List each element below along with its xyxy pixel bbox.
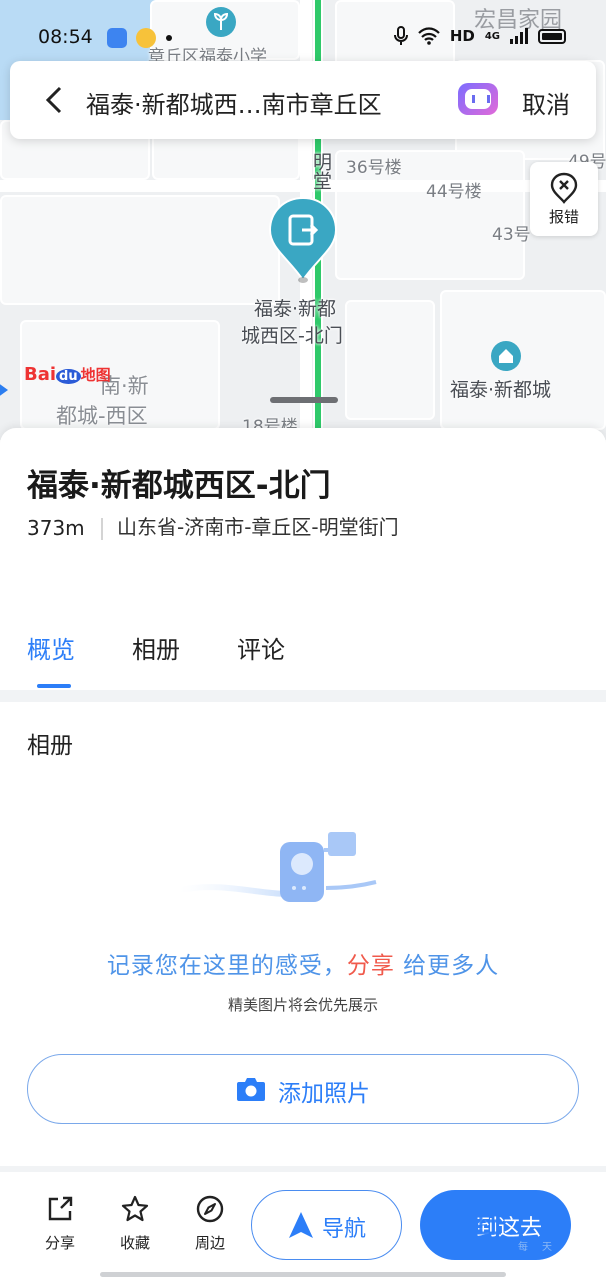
- watermark-bottom-sub: 每天: [518, 1242, 566, 1253]
- sheet-drag-handle[interactable]: [270, 397, 338, 403]
- album-heading: 相册: [27, 733, 73, 759]
- album-prompt-after: 给更多人: [403, 953, 500, 979]
- status-time: 08:54: [38, 26, 93, 48]
- selected-location-pin-icon[interactable]: [268, 196, 338, 282]
- favorite-button[interactable]: 收藏: [105, 1194, 165, 1253]
- album-subtitle: 精美图片将会优先展示: [227, 996, 378, 1014]
- status-bar: 08:54 HD 4G: [0, 20, 606, 56]
- favorite-label: 收藏: [119, 1234, 150, 1252]
- map-label-community: 福泰·新都城: [450, 379, 552, 401]
- camera-illustration-icon: [179, 832, 377, 902]
- tab-reviews[interactable]: 评论: [237, 630, 285, 665]
- map-label-poi-line1: 福泰·新都: [254, 298, 337, 320]
- cancel-button[interactable]: 取消: [522, 85, 570, 120]
- map-label-sw-line2: 都城-西区: [56, 404, 148, 428]
- share-icon: [48, 1196, 73, 1221]
- voice-assistant-icon[interactable]: [458, 83, 498, 115]
- poi-separator: [101, 518, 103, 540]
- baidu-logo-du: du: [56, 369, 81, 384]
- active-tab-underline: [37, 684, 71, 688]
- nearby-button[interactable]: 周边: [180, 1194, 240, 1253]
- status-right-group: HD 4G: [393, 26, 566, 46]
- map-label-poi-line2: 城西区-北门: [241, 325, 343, 347]
- map-block: [0, 195, 280, 305]
- pin-shadow: [298, 277, 308, 283]
- poi-title: 福泰·新都城西区-北门: [27, 468, 331, 504]
- section-divider: [0, 690, 606, 702]
- location-arrow-icon[interactable]: [0, 380, 8, 400]
- share-label: 分享: [44, 1234, 75, 1252]
- map-label-bldg44: 44号楼: [426, 182, 482, 202]
- report-error-button[interactable]: 报错: [530, 162, 598, 236]
- microphone-icon: [393, 26, 408, 45]
- report-error-label: 报错: [548, 208, 579, 226]
- poi-address: 山东省-济南市-章丘区-明堂街门: [117, 515, 399, 539]
- wifi-icon: [418, 27, 440, 45]
- battery-icon: [538, 28, 566, 44]
- camera-icon: [237, 1078, 265, 1101]
- notification-dot-icon: [166, 35, 172, 41]
- back-arrow-icon[interactable]: [38, 83, 72, 117]
- star-icon: [121, 1195, 149, 1222]
- poi-detail-sheet: 福泰·新都城西区-北门 373m 山东省-济南市-章丘区-明堂街门 概览 相册 …: [0, 397, 606, 1280]
- community-poi-icon[interactable]: [490, 340, 522, 372]
- cloud-app-icon: [107, 28, 127, 48]
- share-button[interactable]: 分享: [30, 1194, 90, 1253]
- map-label-bldg43: 43号: [492, 225, 531, 245]
- bottom-action-bar: 分享 收藏 周边 导航 到这去: [0, 1172, 606, 1280]
- add-photo-button[interactable]: 添加照片: [27, 1054, 579, 1124]
- navigate-button[interactable]: 导航: [251, 1190, 402, 1260]
- album-prompt-before: 记录您在这里的感受，: [106, 953, 347, 979]
- map-label-road: 明堂: [310, 152, 332, 190]
- weibo-app-icon: [136, 28, 156, 48]
- baidu-logo-bai: Bai: [24, 364, 57, 385]
- report-pin-icon: [550, 172, 578, 204]
- baidu-map-logo: Bai du 地图: [24, 364, 111, 385]
- nearby-label: 周边: [194, 1234, 225, 1252]
- home-indicator: [100, 1272, 506, 1277]
- search-bar[interactable]: 福泰·新都城西…南市章丘区 取消: [10, 61, 596, 139]
- compass-icon: [196, 1195, 224, 1223]
- tab-album[interactable]: 相册: [132, 630, 180, 665]
- signal-strength-icon: [510, 28, 528, 44]
- map-label-bldg36: 36号楼: [346, 158, 402, 178]
- tab-overview[interactable]: 概览: [27, 630, 75, 665]
- baidu-logo-ditu: 地图: [80, 366, 111, 384]
- album-prompt-share-link[interactable]: 分享: [347, 953, 395, 979]
- map-block: [345, 300, 435, 420]
- watermark-bottom: 章丘: [446, 1207, 503, 1240]
- search-query-text[interactable]: 福泰·新都城西…南市章丘区: [86, 85, 382, 120]
- navigate-label: 导航: [322, 1217, 367, 1242]
- add-photo-label: 添加照片: [278, 1081, 370, 1107]
- album-prompt: 记录您在这里的感受，分享 给更多人: [0, 946, 606, 980]
- navigation-arrow-icon: [289, 1212, 313, 1238]
- map-block: [440, 290, 606, 430]
- poi-distance: 373m: [27, 516, 85, 540]
- signal-4g-label: 4G: [484, 30, 500, 42]
- network-hd-label: HD: [449, 27, 475, 45]
- detail-tabs: 概览 相册 评论: [0, 626, 606, 688]
